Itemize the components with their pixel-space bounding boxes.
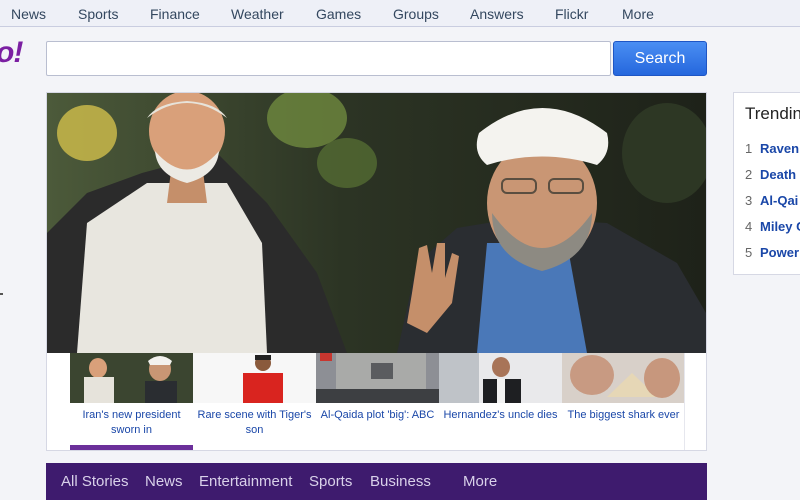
tab-all-stories[interactable]: All Stories — [61, 473, 129, 490]
thumb-al-qaida[interactable]: Al-Qaida plot 'big': ABC — [316, 353, 439, 450]
trending-label: Miley C — [760, 219, 800, 234]
tab-entertainment[interactable]: Entertainment — [199, 473, 292, 490]
trending-rank: 3 — [745, 193, 753, 208]
nav-sports[interactable]: Sports — [78, 6, 118, 22]
nav-more[interactable]: More — [622, 6, 654, 22]
trending-item[interactable]: 4 Miley C — [745, 219, 800, 234]
nav-flickr[interactable]: Flickr — [555, 6, 588, 22]
trending-panel: Trendin 1 Raven 2 Death 3 Al-Qai 4 Miley C 5… — [733, 92, 800, 275]
trending-item[interactable]: 3 Al-Qai — [745, 193, 798, 208]
trending-title: Trendin — [745, 104, 800, 123]
thumb-iran-president[interactable]: Iran's new president sworn in — [70, 353, 193, 450]
featured-carousel: Iran's new president sworn in Rare scene… — [46, 92, 707, 451]
trending-item[interactable]: 2 Death — [745, 167, 796, 182]
tab-sports[interactable]: Sports — [309, 473, 352, 490]
tab-news[interactable]: News — [145, 473, 183, 490]
thumb-caption: Al-Qaida plot 'big': ABC — [320, 409, 435, 421]
thumb-image — [193, 353, 316, 403]
trending-label: Al-Qai — [760, 193, 799, 208]
thumb-tiger-son[interactable]: Rare scene with Tiger's son — [193, 353, 316, 450]
nav-finance[interactable]: Finance — [150, 6, 200, 22]
nav-games[interactable]: Games — [316, 6, 361, 22]
search-button[interactable]: Search — [613, 41, 707, 76]
tab-business[interactable]: Business — [370, 473, 431, 490]
trending-label: Raven — [760, 141, 800, 156]
trending-label: Death — [760, 167, 797, 182]
thumb-caption: Rare scene with Tiger's son — [197, 409, 312, 436]
top-nav: News Sports Finance Weather Games Groups… — [0, 0, 800, 27]
edge-marker — [0, 293, 3, 295]
search-input[interactable] — [46, 41, 611, 76]
trending-rank: 2 — [745, 167, 753, 182]
thumb-image — [562, 353, 685, 403]
trending-label: Power — [760, 245, 800, 260]
thumb-hernandez[interactable]: Hernandez's uncle dies — [439, 353, 562, 450]
thumb-caption: Hernandez's uncle dies — [443, 409, 558, 421]
thumb-caption: Iran's new president sworn in — [82, 409, 181, 436]
nav-news[interactable]: News — [11, 6, 46, 22]
story-category-bar: All Stories News Entertainment Sports Bu… — [46, 463, 707, 500]
nav-weather[interactable]: Weather — [231, 6, 284, 22]
nav-groups[interactable]: Groups — [393, 6, 439, 22]
trending-rank: 4 — [745, 219, 753, 234]
carousel-next-area[interactable] — [684, 353, 706, 450]
trending-item[interactable]: 5 Power — [745, 245, 799, 260]
trending-item[interactable]: 1 Raven — [745, 141, 799, 156]
yahoo-logo[interactable]: o! — [0, 36, 23, 70]
tab-more[interactable]: More — [463, 473, 497, 490]
thumb-image — [316, 353, 439, 403]
thumb-caption: The biggest shark ever — [567, 409, 680, 421]
trending-rank: 5 — [745, 245, 753, 260]
active-indicator — [70, 445, 193, 450]
nav-answers[interactable]: Answers — [470, 6, 524, 22]
thumb-image — [439, 353, 562, 403]
thumb-shark[interactable]: The biggest shark ever — [562, 353, 685, 450]
story-thumbnails: Iran's new president sworn in Rare scene… — [47, 353, 706, 450]
hero-image[interactable] — [47, 93, 706, 353]
trending-rank: 1 — [745, 141, 753, 156]
thumb-image — [70, 353, 193, 403]
